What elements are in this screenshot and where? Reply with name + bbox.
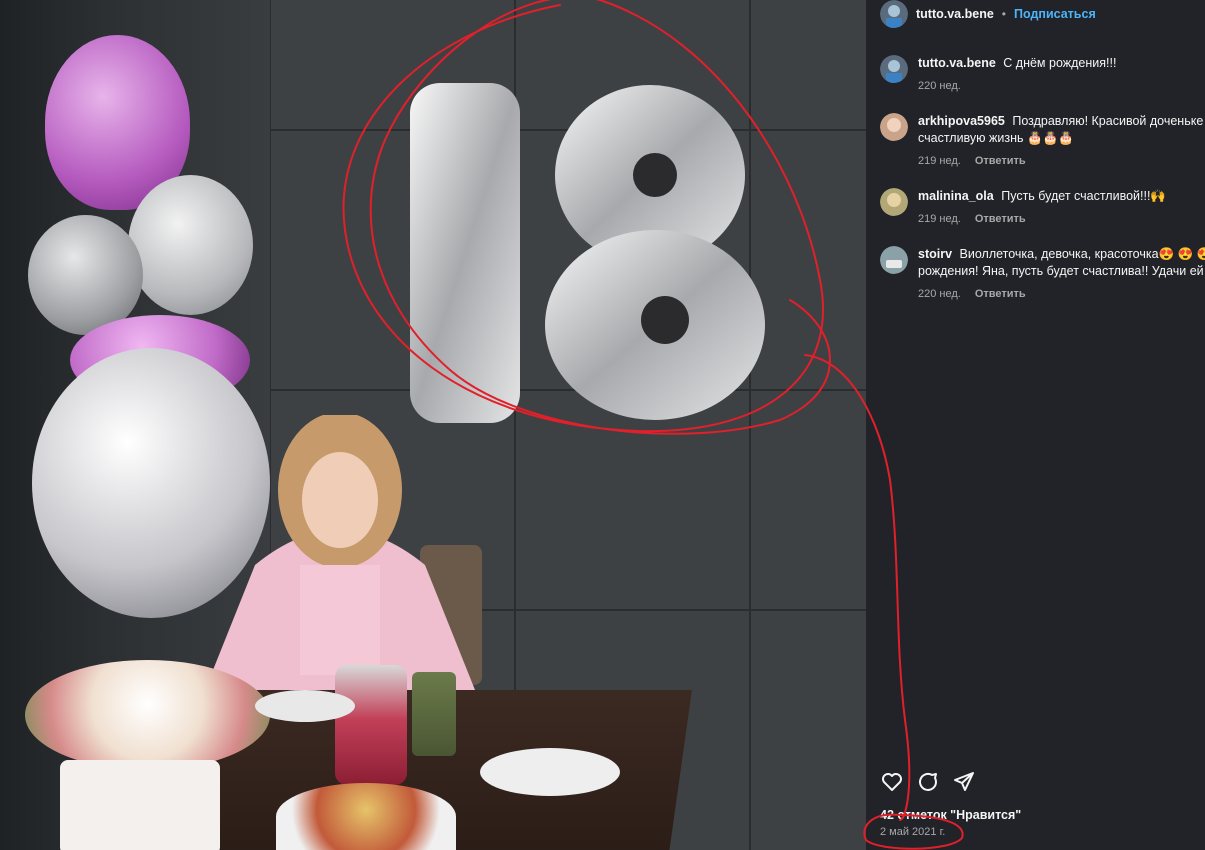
heart-icon[interactable] xyxy=(880,770,904,794)
comment: tutto.va.bene С днём рождения!!! 220 нед… xyxy=(880,55,1205,95)
post-header: tutto.va.bene • Подписаться xyxy=(880,0,1096,28)
plate xyxy=(255,690,355,722)
juice-pitcher xyxy=(335,665,407,785)
post-photo xyxy=(0,0,866,850)
comment-text: С днём рождения!!! xyxy=(1003,56,1117,70)
plate-2 xyxy=(480,748,620,796)
comment: malinina_ola Пусть будет счастливой!!!🙌 … xyxy=(880,188,1205,228)
comment-username[interactable]: arkhipova5965 xyxy=(918,114,1005,128)
comment: arkhipova5965 Поздравляю! Красивой дочен… xyxy=(880,113,1205,170)
comment-username[interactable]: stoirv xyxy=(918,247,952,261)
glass xyxy=(412,672,456,756)
comment-username[interactable]: tutto.va.bene xyxy=(918,56,996,70)
avatar[interactable] xyxy=(880,113,908,141)
post-sidebar: tutto.va.bene • Подписаться tutto.va.ben… xyxy=(866,0,1205,850)
reply-button[interactable]: Ответить xyxy=(975,153,1026,170)
author-username[interactable]: tutto.va.bene xyxy=(916,7,994,21)
avatar[interactable] xyxy=(880,246,908,274)
comment-age: 219 нед. xyxy=(918,155,961,167)
comment: stoirv Виоллеточка, девочка, красоточка😍… xyxy=(880,246,1205,303)
comment-username[interactable]: malinina_ola xyxy=(918,189,994,203)
comment-age: 219 нед. xyxy=(918,213,961,225)
number-18-balloon xyxy=(410,83,765,423)
confetti-balloon xyxy=(128,175,253,315)
avatar[interactable] xyxy=(880,0,908,28)
comment-text: Виоллеточка, девочка, красоточка😍 😍 😍 ро… xyxy=(918,247,1205,278)
post-date[interactable]: 2 май 2021 г. xyxy=(880,826,945,838)
follow-button[interactable]: Подписаться xyxy=(1014,7,1096,21)
comment-icon[interactable] xyxy=(916,770,940,794)
silver-star-balloon xyxy=(28,215,143,335)
comment-age: 220 нед. xyxy=(918,288,961,300)
post-actions xyxy=(880,770,976,794)
likes-count[interactable]: 42 отметок "Нравится" xyxy=(880,808,1021,822)
flower-box xyxy=(60,760,220,850)
share-icon[interactable] xyxy=(952,770,976,794)
reply-button[interactable]: Ответить xyxy=(975,286,1026,303)
comment-text: Пусть будет счастливой!!!🙌 xyxy=(1001,189,1166,203)
food-plate xyxy=(276,783,456,850)
reply-button[interactable]: Ответить xyxy=(975,211,1026,228)
flower-bouquet xyxy=(25,660,270,770)
avatar[interactable] xyxy=(880,188,908,216)
comment-age: 220 нед. xyxy=(918,80,961,92)
separator-dot: • xyxy=(1001,7,1006,21)
avatar[interactable] xyxy=(880,55,908,83)
